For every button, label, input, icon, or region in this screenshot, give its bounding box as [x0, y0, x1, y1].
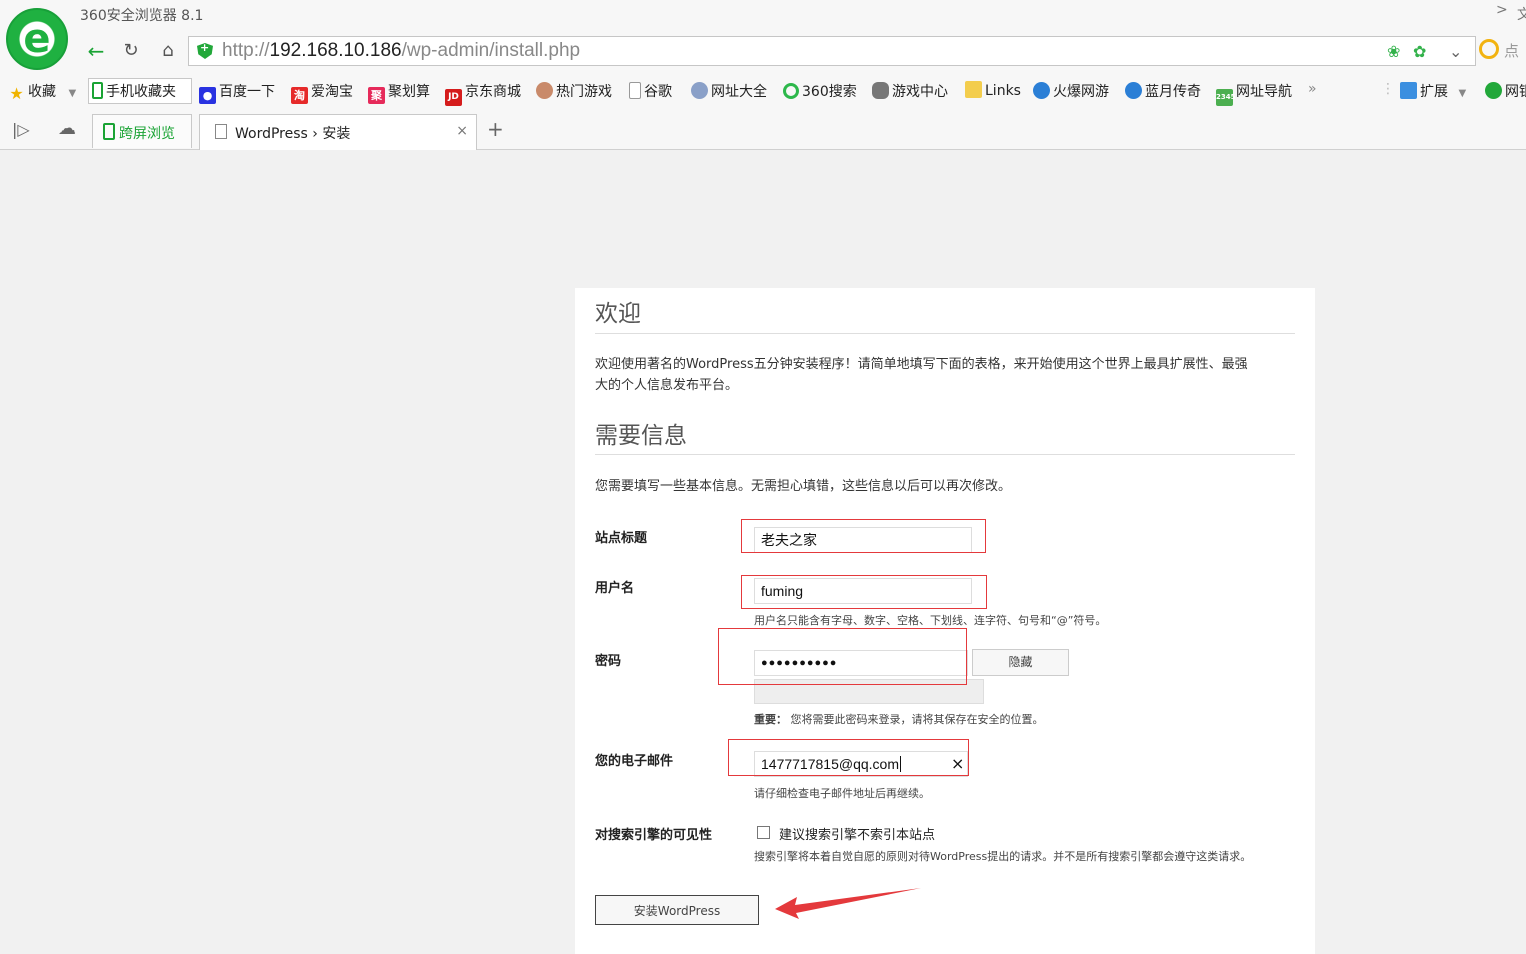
gamepad-icon [872, 82, 889, 99]
compat-mode-icon[interactable]: ✿ [1413, 42, 1426, 61]
home-icon[interactable]: ⌂ [154, 38, 182, 64]
annotation-box [741, 575, 987, 609]
globe-icon [691, 82, 708, 99]
penguin-icon [1125, 82, 1142, 99]
taobao-icon: 淘 [291, 87, 308, 104]
password-label: 密码 [595, 654, 622, 669]
tab-wordpress-install[interactable]: WordPress › 安装 × [199, 114, 477, 150]
annotation-box [741, 519, 986, 553]
welcome-text-line-2: 大的个人信息发布平台。 [595, 378, 739, 393]
back-arrow-icon[interactable]: ← [82, 38, 110, 64]
browser-logo-icon: e [6, 8, 68, 70]
email-hint: 请仔细检查电子邮件地址后再继续。 [754, 787, 930, 800]
search-box-text[interactable]: 点 [1504, 40, 1519, 61]
juhuasuan-icon: 聚 [368, 87, 385, 104]
360-search-icon[interactable] [1479, 39, 1499, 59]
bookmark-hot-online-games[interactable]: 火爆网游 [1033, 81, 1109, 101]
shield-yen-icon [1485, 82, 1502, 99]
bookmark-lanyue[interactable]: 蓝月传奇 [1125, 81, 1201, 101]
bookmark-360-search[interactable]: 360搜索 [783, 81, 857, 101]
wp-install-form: 欢迎 欢迎使用著名的WordPress五分钟安装程序！请简单地填写下面的表格，来… [575, 288, 1315, 954]
baidu-icon: ● [199, 87, 216, 104]
shield-check-icon: + [200, 41, 210, 54]
bookmark-site-directory[interactable]: 网址大全 [691, 81, 767, 101]
browser-chrome: e 360安全浏览器 8.1 > 文 ← ↻ ⌂ + http://192.16… [0, 0, 1526, 150]
house-icon: 2345 [1216, 89, 1235, 106]
hide-password-button[interactable]: 隐藏 [972, 649, 1069, 676]
game-avatar-icon [536, 82, 553, 99]
phone-icon [103, 123, 115, 140]
reload-icon[interactable]: ↻ [117, 38, 145, 64]
divider [595, 454, 1295, 455]
penguin-icon [1033, 82, 1050, 99]
bookmark-jd[interactable]: JD 京东商城 [445, 81, 521, 106]
welcome-text-line-1: 欢迎使用著名的WordPress五分钟安装程序！请简单地填写下面的表格，来开始使… [595, 357, 1248, 372]
address-bar[interactable]: + http://192.168.10.186/wp-admin/install… [188, 36, 1476, 66]
search-visibility-label: 对搜索引擎的可见性 [595, 828, 713, 843]
username-hint: 用户名只能含有字母、数字、空格、下划线、连字符、句号和“@”符号。 [754, 614, 1107, 627]
welcome-heading: 欢迎 [595, 301, 641, 327]
annotation-box [718, 628, 967, 685]
dropdown-icon: ▼ [1458, 88, 1467, 99]
tab-close-icon[interactable]: × [456, 123, 468, 139]
sidebar-toggle-icon[interactable]: |▷ [12, 120, 30, 139]
site-title-label: 站点标题 [595, 531, 648, 546]
url-text[interactable]: http://192.168.10.186/wp-admin/install.p… [222, 40, 580, 62]
extensions-icon [1400, 82, 1417, 99]
bookmark-baidu[interactable]: ● 百度一下 [199, 81, 275, 104]
speed-icon[interactable]: ❀ [1387, 42, 1400, 61]
bookmark-juhuasuan[interactable]: 聚聚划算 [368, 81, 430, 104]
window-title: 360安全浏览器 8.1 [80, 8, 204, 24]
bookmark-game-center[interactable]: 游戏中心 [872, 81, 948, 101]
annotation-box [728, 739, 969, 776]
email-label: 您的电子邮件 [595, 754, 674, 769]
annotation-arrow-icon [775, 888, 921, 919]
separator-icon: ⋮ [1381, 81, 1395, 97]
360-search-icon [783, 83, 799, 99]
page-viewport: 欢迎 欢迎使用著名的WordPress五分钟安装程序！请简单地填写下面的表格，来… [0, 150, 1526, 954]
bookmark-online-banking[interactable]: 网银 [1485, 81, 1526, 101]
more-bookmarks-icon[interactable]: » [1308, 81, 1317, 97]
dropdown-icon: ▼ [68, 88, 77, 99]
bookmark-nav[interactable]: 2345网址导航 [1216, 81, 1292, 106]
bookmark-favorites[interactable]: ★ 收藏 ▼ [8, 81, 76, 102]
bookmark-hot-games[interactable]: 热门游戏 [536, 81, 612, 101]
folder-icon [965, 81, 982, 98]
extensions-menu[interactable]: 扩展 ▼ [1400, 81, 1466, 101]
chevron-right-icon[interactable]: > [1496, 2, 1508, 18]
bookmark-links[interactable]: Links [965, 81, 1021, 99]
discourage-search-label[interactable]: 建议搜索引擎不索引本站点 [779, 824, 935, 843]
divider [595, 333, 1295, 334]
page-icon [215, 124, 227, 139]
window-right-text[interactable]: 文 [1517, 4, 1526, 24]
mobile-icon [92, 82, 103, 99]
password-important-note: 重要： 您将需要此密码来登录，请将其保存在安全的位置。 [754, 713, 1044, 726]
info-text: 您需要填写一些基本信息。无需担心填错，这些信息以后可以再次修改。 [595, 479, 1012, 494]
new-tab-icon[interactable]: + [487, 117, 504, 141]
tab-cross-screen[interactable]: 跨屏浏览 [92, 114, 192, 148]
cloud-icon[interactable]: ☁ [58, 118, 76, 139]
bookmarks-bar: ★ 收藏 ▼ 手机收藏夹 ● 百度一下 淘爱淘宝 聚聚划算 JD 京东商城 热门游戏 … [0, 76, 1526, 106]
search-visibility-hint: 搜索引擎将本着自觉自愿的原则对待WordPress提出的请求。并不是所有搜索引擎… [754, 850, 1252, 863]
bookmark-google[interactable]: 谷歌 [629, 81, 672, 101]
address-row: ← ↻ ⌂ + http://192.168.10.186/wp-admin/i… [76, 34, 1526, 68]
info-heading: 需要信息 [595, 423, 687, 449]
tab-bar: |▷ ☁ 跨屏浏览 WordPress › 安装 × + [0, 112, 1526, 150]
bookmark-mobile[interactable]: 手机收藏夹 [92, 81, 176, 101]
jd-icon: JD [445, 89, 462, 106]
username-label: 用户名 [595, 581, 635, 596]
chevron-down-icon[interactable]: ⌄ [1449, 42, 1462, 61]
page-icon [629, 82, 641, 99]
install-wordpress-button[interactable]: 安装WordPress [595, 895, 759, 925]
discourage-search-checkbox[interactable] [757, 826, 770, 839]
bookmark-taobao[interactable]: 淘爱淘宝 [291, 81, 353, 104]
star-icon: ★ [9, 84, 24, 103]
